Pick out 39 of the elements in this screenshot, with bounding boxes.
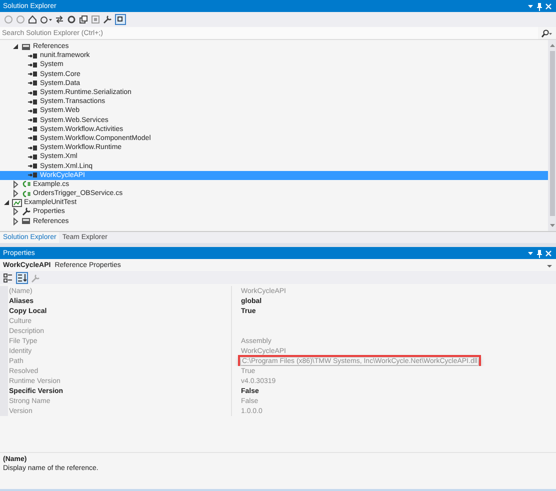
reference-icon — [28, 78, 38, 88]
reference-icon — [28, 133, 38, 144]
reference-icon — [28, 50, 38, 61]
refresh-icon[interactable] — [67, 15, 76, 24]
wrench-icon[interactable] — [103, 15, 112, 24]
scroll-thumb[interactable] — [550, 51, 554, 216]
reference-icon — [28, 152, 38, 162]
reference-icon — [28, 69, 38, 80]
reference-icon — [28, 161, 38, 172]
history-icon[interactable] — [40, 15, 52, 24]
references-icon — [21, 42, 31, 52]
pin-icon[interactable] — [536, 248, 543, 258]
reference-icon — [28, 142, 38, 153]
expanded-arrow-icon[interactable] — [13, 42, 19, 52]
csharp-file-icon — [21, 188, 31, 199]
reference-icon — [28, 106, 38, 116]
collapse-icon[interactable] — [79, 15, 88, 24]
close-icon[interactable] — [545, 2, 552, 10]
project-icon — [12, 198, 22, 208]
pin-icon[interactable] — [536, 2, 543, 10]
references-icon — [21, 216, 31, 226]
preview-icon[interactable] — [115, 14, 126, 25]
sync-icon[interactable] — [55, 15, 64, 24]
reference-icon — [28, 124, 38, 134]
expanded-arrow-icon[interactable] — [4, 198, 10, 208]
scroll-down-icon[interactable] — [548, 222, 556, 229]
reference-icon — [28, 88, 38, 98]
home-icon[interactable] — [28, 15, 37, 24]
wrench-icon — [21, 206, 31, 217]
csharp-file-icon — [21, 179, 31, 190]
scrollbar[interactable] — [548, 40, 556, 231]
alphabetical-icon[interactable] — [16, 272, 28, 284]
reference-icon — [28, 60, 38, 70]
categorized-icon[interactable] — [3, 272, 13, 282]
reference-icon — [28, 170, 38, 180]
scroll-up-icon[interactable] — [548, 42, 556, 49]
reference-icon — [28, 115, 38, 126]
close-icon[interactable] — [545, 248, 552, 258]
reference-icon — [28, 96, 38, 107]
